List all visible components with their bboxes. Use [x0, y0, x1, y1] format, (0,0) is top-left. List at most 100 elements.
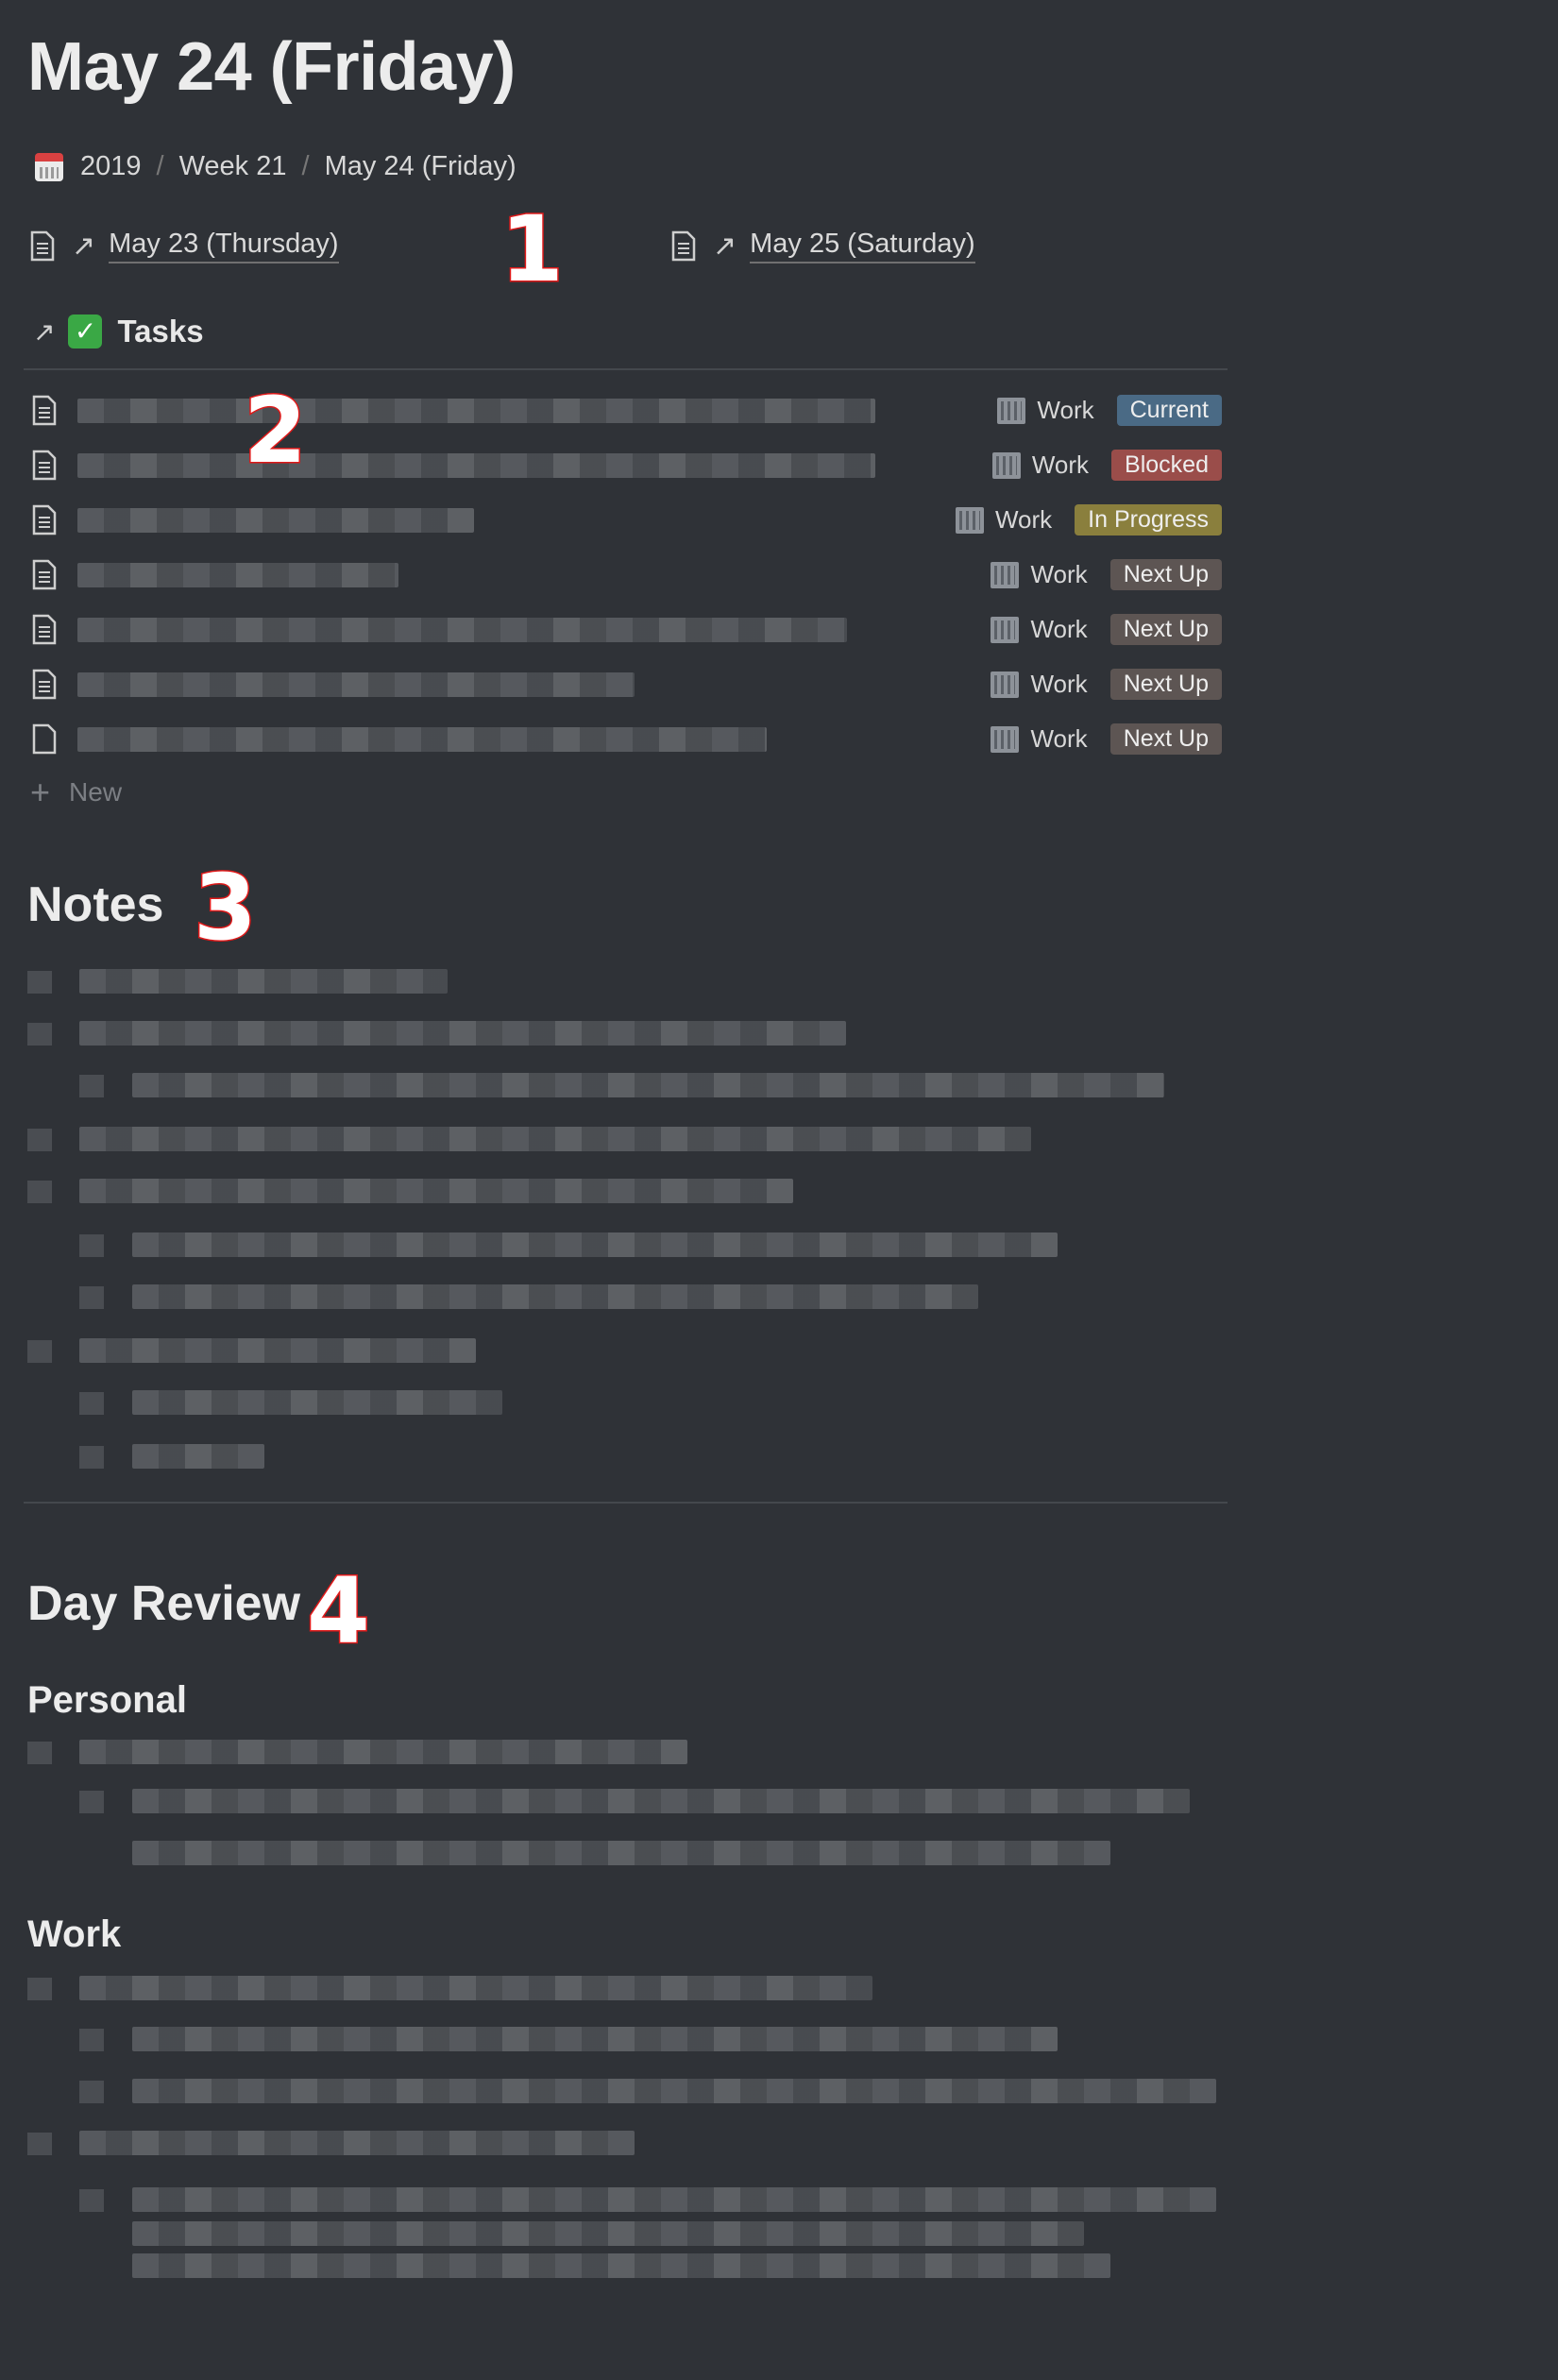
- day-review-heading: Day Review: [27, 1576, 301, 1631]
- bullet: [79, 2029, 104, 2051]
- building-icon: [991, 671, 1020, 698]
- redacted-review-text: [132, 2079, 1216, 2103]
- divider: [24, 1502, 1228, 1504]
- bullet: [27, 1129, 52, 1151]
- plus-icon: +: [30, 773, 51, 811]
- task-row[interactable]: Work Next Up: [28, 606, 1228, 654]
- page-icon: [32, 450, 57, 481]
- redacted-review-text: [79, 1740, 687, 1764]
- link-arrow-icon: ↗: [713, 230, 737, 262]
- area-tag: Work: [1030, 724, 1088, 753]
- bullet: [27, 1742, 52, 1764]
- building-icon: [991, 561, 1020, 588]
- bullet: [27, 1023, 52, 1046]
- breadcrumb-item-day[interactable]: May 24 (Friday): [325, 151, 517, 182]
- page-icon: [32, 395, 57, 426]
- task-tags: Work Next Up: [991, 669, 1222, 700]
- redacted-note-text: [132, 1444, 264, 1469]
- task-tags: Work Next Up: [991, 559, 1222, 590]
- page: May 24 (Friday) 2019 / Week 21 / May 24 …: [0, 0, 1558, 2380]
- task-tags: Work Blocked: [991, 450, 1222, 481]
- redacted-task-title: [77, 672, 635, 697]
- redacted-task-title: [77, 399, 875, 423]
- page-icon: [30, 230, 55, 262]
- status-badge: Next Up: [1109, 614, 1222, 645]
- redacted-review-text: [132, 2221, 1084, 2246]
- bullet: [79, 2081, 104, 2103]
- link-arrow-icon: ↗: [33, 316, 56, 347]
- bullet: [79, 2189, 104, 2212]
- building-icon: [997, 397, 1026, 424]
- bullet: [79, 1234, 104, 1257]
- redacted-task-title: [77, 453, 875, 478]
- redacted-review-text: [132, 1789, 1190, 1813]
- status-badge: Current: [1116, 395, 1222, 426]
- area-tag: Work: [1037, 396, 1094, 424]
- breadcrumb: 2019 / Week 21 / May 24 (Friday): [35, 151, 517, 182]
- bullet: [79, 1791, 104, 1813]
- next-day-label[interactable]: May 25 (Saturday): [750, 229, 975, 264]
- bullet: [27, 1340, 52, 1363]
- page-icon: [32, 504, 57, 536]
- building-icon: [991, 616, 1020, 643]
- redacted-review-text: [79, 2131, 635, 2155]
- previous-day-link[interactable]: ↗ May 23 (Thursday): [30, 229, 339, 264]
- building-icon: [991, 451, 1021, 479]
- breadcrumb-item-year[interactable]: 2019: [80, 151, 142, 182]
- redacted-note-text: [79, 1338, 476, 1363]
- status-badge: In Progress: [1075, 504, 1222, 536]
- task-row[interactable]: Work Next Up: [28, 716, 1228, 763]
- redacted-note-text: [132, 1232, 1058, 1257]
- task-tags: Work Next Up: [991, 614, 1222, 645]
- previous-day-label[interactable]: May 23 (Thursday): [109, 229, 339, 264]
- bullet: [27, 971, 52, 994]
- redacted-note-text: [79, 1179, 793, 1203]
- redacted-review-text: [132, 2027, 1058, 2051]
- task-row[interactable]: Work Blocked: [28, 442, 1228, 489]
- task-row[interactable]: Work Next Up: [28, 661, 1228, 708]
- annotation-1: 1: [500, 196, 566, 304]
- task-row[interactable]: Work Next Up: [28, 552, 1228, 599]
- bullet: [79, 1446, 104, 1469]
- redacted-note-text: [79, 1127, 1031, 1151]
- notes-heading: Notes: [27, 877, 164, 932]
- redacted-task-title: [77, 618, 847, 642]
- breadcrumb-item-week[interactable]: Week 21: [179, 151, 287, 182]
- status-badge: Blocked: [1111, 450, 1222, 481]
- annotation-3: 3: [193, 854, 259, 962]
- next-day-link[interactable]: ↗ May 25 (Saturday): [671, 229, 975, 264]
- redacted-note-text: [132, 1073, 1164, 1097]
- task-tags: Work Current: [997, 395, 1222, 426]
- page-icon: [32, 669, 57, 700]
- page-title: May 24 (Friday): [27, 29, 516, 105]
- redacted-note-text: [79, 969, 448, 994]
- area-tag: Work: [1031, 450, 1090, 479]
- new-label: New: [69, 777, 123, 807]
- task-row[interactable]: Work In Progress: [28, 497, 1228, 544]
- tasks-database-link[interactable]: ↗ ✓ Tasks: [33, 314, 204, 349]
- redacted-note-text: [132, 1284, 978, 1309]
- personal-heading: Personal: [27, 1679, 187, 1721]
- bullet: [79, 1286, 104, 1309]
- check-mark-icon: ✓: [68, 314, 103, 348]
- redacted-task-title: [77, 727, 767, 752]
- bullet: [27, 1978, 52, 2000]
- breadcrumb-separator: /: [156, 151, 164, 181]
- task-row[interactable]: Work Current: [28, 387, 1228, 434]
- annotation-4: 4: [306, 1557, 372, 1666]
- tasks-heading[interactable]: Tasks: [117, 314, 203, 349]
- link-arrow-icon: ↗: [72, 230, 96, 262]
- area-tag: Work: [1030, 560, 1088, 588]
- area-tag: Work: [994, 505, 1053, 534]
- status-badge: Next Up: [1109, 669, 1222, 700]
- redacted-review-text: [79, 1976, 872, 2000]
- task-tags: Work In Progress: [955, 504, 1222, 536]
- task-tags: Work Next Up: [991, 723, 1222, 755]
- area-tag: Work: [1030, 670, 1088, 698]
- work-heading: Work: [27, 1913, 122, 1955]
- page-icon: [671, 230, 696, 262]
- status-badge: Next Up: [1109, 559, 1222, 590]
- annotation-2: 2: [243, 377, 309, 485]
- divider: [24, 368, 1228, 370]
- new-task-button[interactable]: + New: [30, 773, 122, 812]
